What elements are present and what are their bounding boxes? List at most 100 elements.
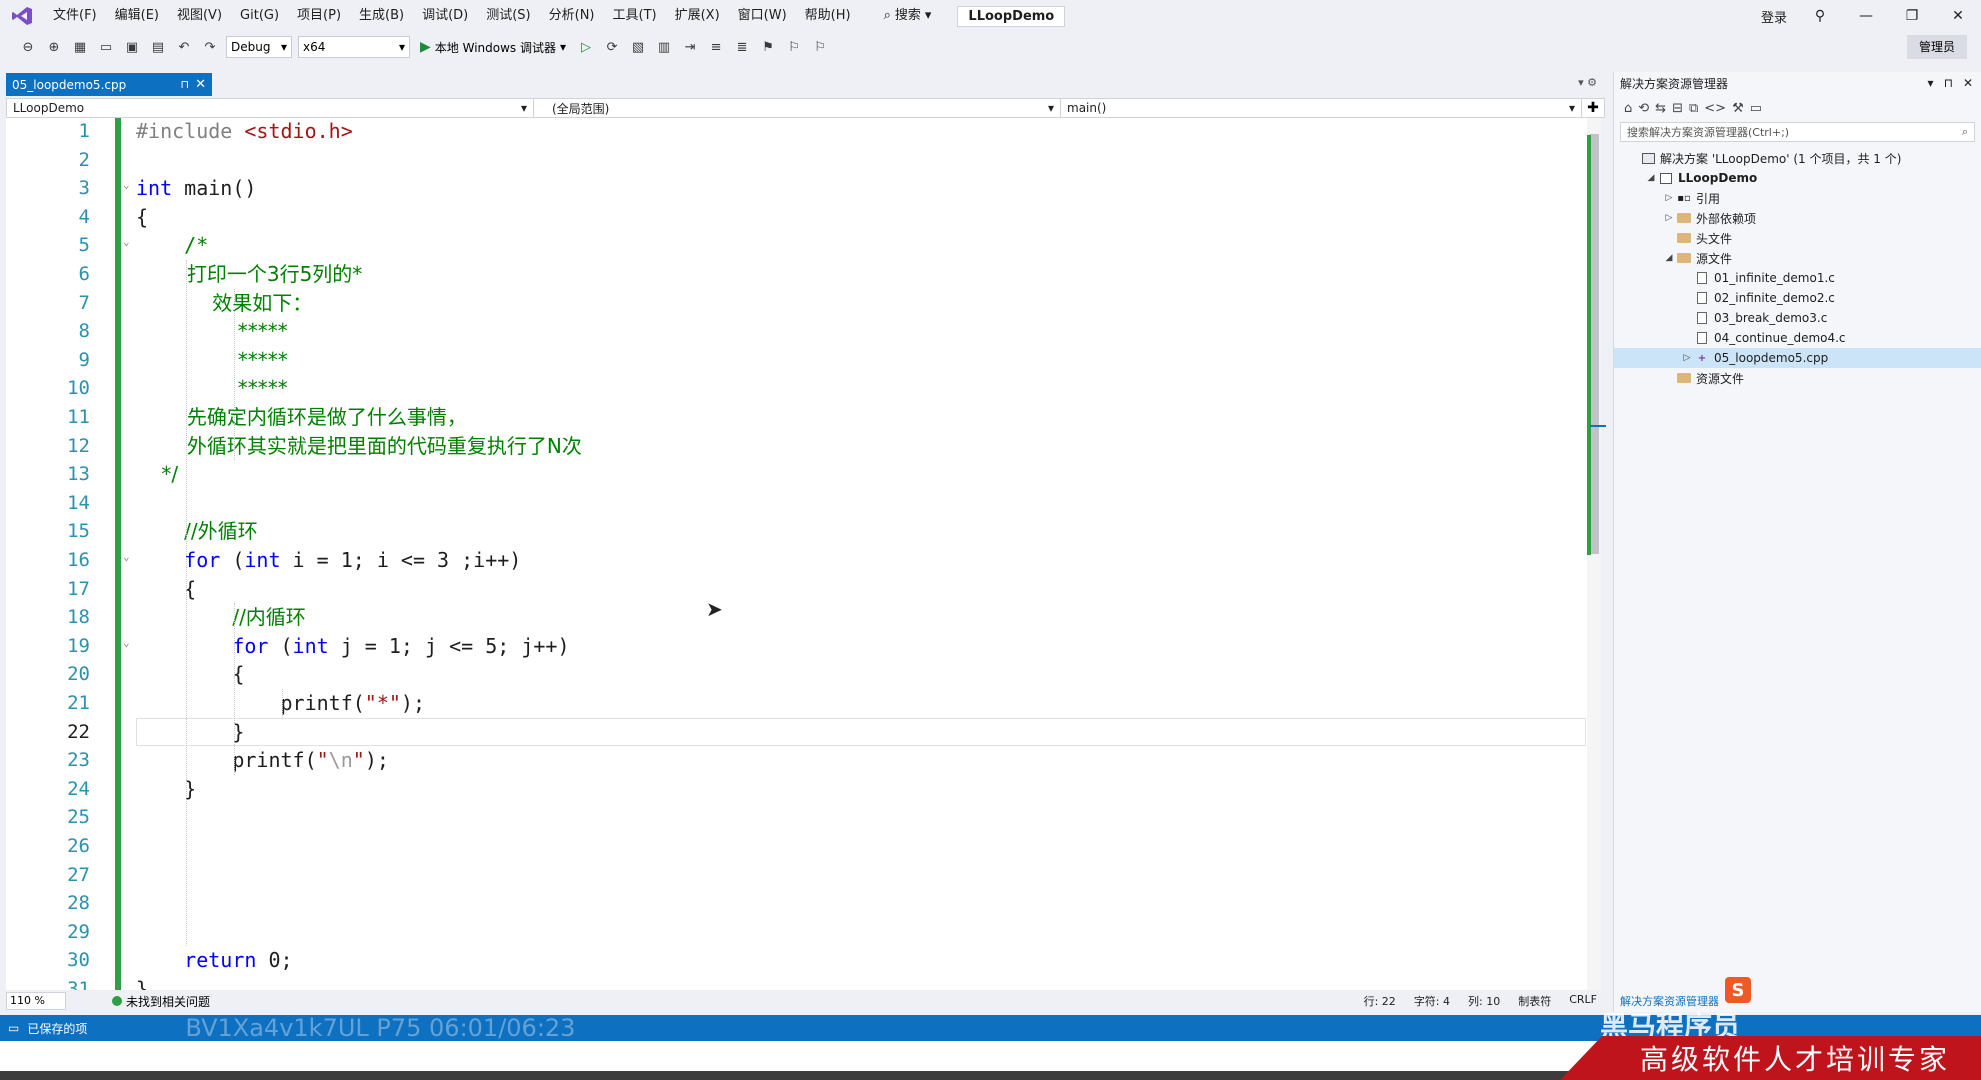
config-select[interactable]: Debug ▾ [226,36,292,58]
code-line[interactable]: int main() [136,174,256,203]
login-link[interactable]: 登录 [1761,7,1787,26]
nav-project-select[interactable]: LLoopDemo ▾ [7,99,534,117]
menu-item[interactable]: 调试(D) [413,0,477,32]
uncomment-icon[interactable]: ≣ [732,37,752,57]
sync-icon[interactable]: ⟲ [1638,101,1649,116]
menu-item[interactable]: 测试(S) [477,0,539,32]
solution-search-input[interactable]: 搜索解决方案资源管理器(Ctrl+;) ⌕ [1620,122,1975,142]
code-line[interactable]: 效果如下： [136,289,312,318]
code-line[interactable]: { [136,575,196,604]
search-box[interactable]: ⌕ 搜索 ▾ [874,4,942,28]
redo-icon[interactable]: ↷ [200,37,220,57]
bookmark-next-icon[interactable]: ⚐ [810,37,830,57]
code-line[interactable]: { [136,660,244,689]
show-all-icon[interactable]: ⧉ [1689,101,1698,116]
bookmark-prev-icon[interactable]: ⚐ [784,37,804,57]
expand-toggle-icon[interactable]: ▷ [1662,193,1676,203]
layout-icon[interactable]: ▥ [654,37,674,57]
tree-item[interactable]: ▷ +05_loopdemo5.cpp [1614,348,1981,368]
save-icon[interactable]: ▣ [122,37,142,57]
preview-icon[interactable]: ▭ [1750,101,1762,116]
close-icon[interactable]: ✕ [1963,76,1973,90]
save-all-icon[interactable]: ▤ [148,37,168,57]
code-line[interactable]: ***** [136,317,288,346]
expand-toggle-icon[interactable]: ◢ [1662,253,1676,263]
step-icon[interactable]: ⇥ [680,37,700,57]
code-line[interactable]: ***** [136,374,288,403]
menu-item[interactable]: 帮助(H) [796,0,860,32]
tab-overflow-icon[interactable]: ▾ ⚙ [1578,76,1597,89]
menu-item[interactable]: 分析(N) [540,0,604,32]
code-editor[interactable]: 1 2 3 4 5 6 7 8 9 10 11 12 13 14 15 16 17 18 19 20 21 22 23 24 2… [6,118,1599,990]
panel-menu-icon[interactable]: ▾ [1928,76,1934,90]
tree-item[interactable]: ▷ ▪▫ 引用 [1614,188,1981,208]
close-icon[interactable]: ✕ [195,77,206,92]
issues-indicator[interactable]: 未找到相关问题 [112,993,210,1010]
tree-item[interactable]: ◢ LLoopDemo [1614,168,1981,188]
eol-label[interactable]: CRLF [1569,993,1597,1009]
account-icon[interactable]: ⚲ [1797,0,1843,32]
code-line[interactable]: for (int i = 1; i <= 3 ;i++) [136,546,521,575]
tree-item[interactable]: 03_break_demo3.c [1614,308,1981,328]
fold-toggle-icon[interactable]: ⌄ [123,636,135,649]
fold-toggle-icon[interactable]: ⌄ [123,550,135,563]
bookmark-icon[interactable]: ⚑ [758,37,778,57]
open-file-icon[interactable]: ▭ [96,37,116,57]
tree-item[interactable]: 资源文件 [1614,368,1981,388]
menu-item[interactable]: 编辑(E) [106,0,168,32]
menu-item[interactable]: 文件(F) [44,0,106,32]
code-line[interactable]: printf("*"); [136,689,425,718]
visual-studio-logo-icon[interactable] [0,0,44,32]
menu-item[interactable]: 项目(P) [288,0,350,32]
forward-icon[interactable]: ⊕ [44,37,64,57]
code-line[interactable]: ***** [136,346,288,375]
code-line[interactable]: } [136,775,196,804]
code-line[interactable]: */ [136,460,178,489]
hot-reload-icon[interactable]: ⟳ [602,37,622,57]
code-line[interactable]: } [136,975,148,990]
nav-member-select[interactable]: main() ▾ [1061,99,1582,117]
menu-item[interactable]: Git(G) [231,0,288,32]
code-line[interactable]: /* [136,231,208,260]
tree-item[interactable]: 02_infinite_demo2.c [1614,288,1981,308]
code-line[interactable]: #include <stdio.h> [136,118,353,146]
menu-item[interactable]: 窗口(W) [729,0,796,32]
code-line[interactable]: for (int j = 1; j <= 5; j++) [136,632,569,661]
fold-toggle-icon[interactable]: ⌄ [123,178,135,191]
zoom-select[interactable]: 110 % [6,992,66,1010]
tree-item[interactable]: 头文件 [1614,228,1981,248]
properties-icon[interactable]: ⚒ [1732,101,1744,116]
menu-item[interactable]: 视图(V) [168,0,231,32]
code-line[interactable]: return 0; [136,946,292,975]
new-project-icon[interactable]: ▦ [70,37,90,57]
tree-item[interactable]: 解决方案 'LLoopDemo' (1 个项目，共 1 个) [1614,148,1981,168]
code-line[interactable]: 外循环其实就是把里面的代码重复执行了N次 [136,432,582,461]
collapse-all-icon[interactable]: ⊟ [1672,101,1683,116]
expand-toggle-icon[interactable]: ▷ [1662,213,1676,223]
platform-select[interactable]: x64 ▾ [298,36,410,58]
expand-toggle-icon[interactable]: ▷ [1680,353,1694,363]
home-icon[interactable]: ⌂ [1624,101,1632,116]
tree-item[interactable]: 01_infinite_demo1.c [1614,268,1981,288]
menu-item[interactable]: 工具(T) [604,0,666,32]
tree-item[interactable]: ▷ 外部依赖项 [1614,208,1981,228]
tree-item[interactable]: 04_continue_demo4.c [1614,328,1981,348]
menu-item[interactable]: 生成(B) [350,0,413,32]
tree-item[interactable]: ◢ 源文件 [1614,248,1981,268]
minimize-button[interactable]: — [1843,0,1889,32]
code-view-icon[interactable]: <> [1704,101,1726,116]
tab-document[interactable]: 05_loopdemo5.cpp ⊓ ✕ [6,73,212,96]
menu-item[interactable]: 扩展(X) [666,0,729,32]
browse-icon[interactable]: ▧ [628,37,648,57]
code-line[interactable]: printf("\n"); [136,746,389,775]
tab-mode-label[interactable]: 制表符 [1518,993,1551,1009]
back-icon[interactable]: ⊖ [18,37,38,57]
expand-toggle-icon[interactable]: ◢ [1644,173,1658,183]
restore-button[interactable]: ❐ [1889,0,1935,32]
start-without-debug-icon[interactable]: ▷ [576,37,596,57]
pin-icon[interactable]: ⊓ [181,78,190,91]
start-debugging-button[interactable]: ▶ 本地 Windows 调试器 ▾ [416,39,570,56]
ime-icon[interactable]: S [1725,977,1751,1003]
code-line[interactable]: } [136,718,244,747]
code-line[interactable]: //内循环 [136,603,305,632]
